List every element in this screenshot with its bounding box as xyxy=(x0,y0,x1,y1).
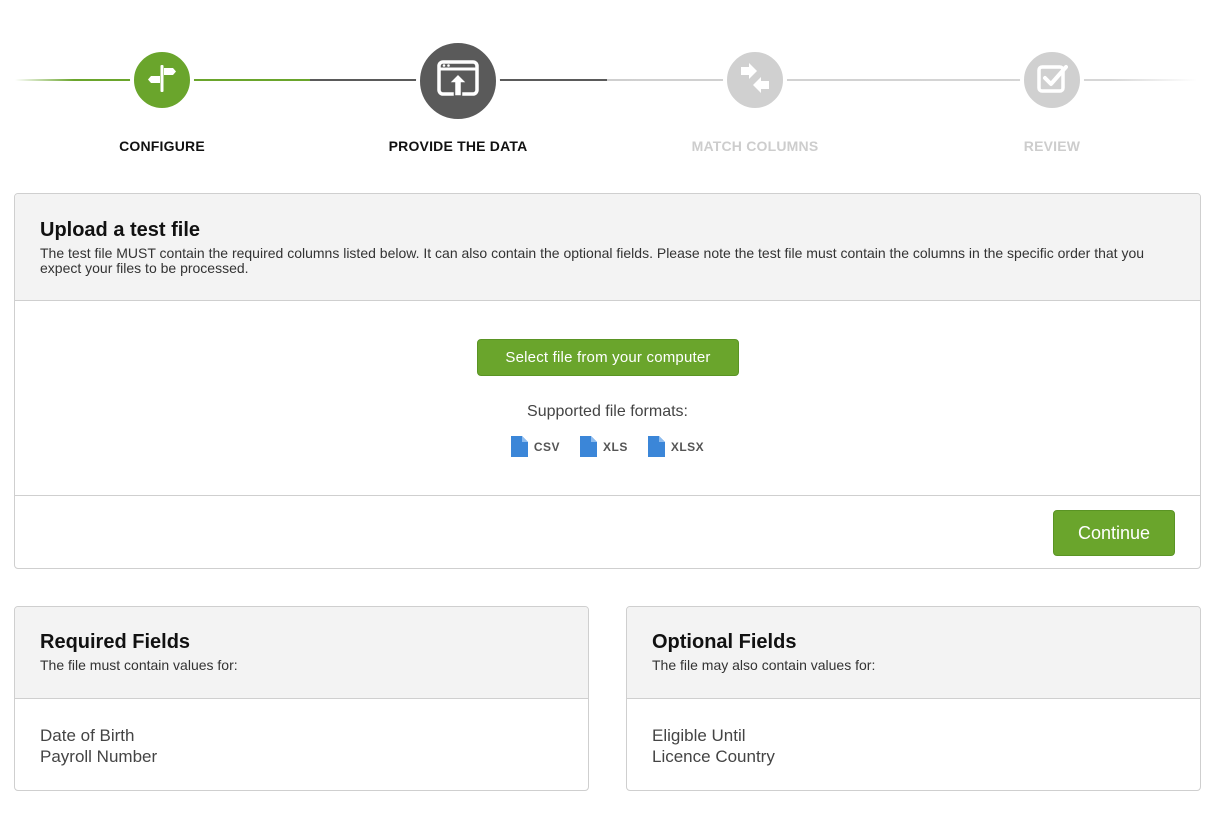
format-xlsx: XLSX xyxy=(647,436,705,457)
upload-panel-header: Upload a test file The test file MUST co… xyxy=(15,194,1200,301)
format-label: XLSX xyxy=(670,439,705,454)
file-icon xyxy=(647,436,665,457)
list-item: Payroll Number xyxy=(40,747,158,766)
step-circle xyxy=(416,39,500,123)
list-item: Eligible Until xyxy=(652,726,746,745)
optional-fields-title: Optional Fields xyxy=(652,631,797,653)
optional-fields-header: Optional Fields The file may also contai… xyxy=(627,607,1200,699)
required-fields-header: Required Fields The file must contain va… xyxy=(15,607,588,699)
upload-body: Select file from your computer Supported… xyxy=(15,301,1200,496)
upload-title: Upload a test file xyxy=(40,219,201,241)
step-label: PROVIDE THE DATA xyxy=(388,138,528,154)
list-item: Licence Country xyxy=(652,747,775,766)
required-fields-panel: Required Fields The file must contain va… xyxy=(14,606,589,791)
upload-panel: Upload a test file The test file MUST co… xyxy=(14,193,1201,569)
step-label: REVIEW xyxy=(1023,138,1081,154)
step-label: CONFIGURE xyxy=(119,138,205,154)
step-circle xyxy=(1020,48,1084,112)
optional-fields-subtitle: The file may also contain values for: xyxy=(652,657,876,673)
required-fields-subtitle: The file must contain values for: xyxy=(40,657,238,673)
supported-formats-label: Supported file formats: xyxy=(527,403,688,420)
step-circle xyxy=(723,48,787,112)
step-circle xyxy=(130,48,194,112)
select-file-button[interactable]: Select file from your computer xyxy=(477,339,739,376)
required-fields-title: Required Fields xyxy=(40,631,191,653)
format-label: XLS xyxy=(603,439,628,454)
progress-stepper: CONFIGURE PROVIDE THE DATA MATCH COLUMNS… xyxy=(0,0,1232,180)
stepper-track-3 xyxy=(607,79,1197,81)
upload-window-icon xyxy=(435,56,481,107)
required-fields-list: Date of Birth Payroll Number xyxy=(15,699,588,767)
list-item: Date of Birth xyxy=(40,726,135,745)
file-icon xyxy=(580,436,597,457)
upload-description: The test file MUST contain the required … xyxy=(40,245,1145,276)
upload-footer: Continue xyxy=(15,496,1200,568)
continue-button[interactable]: Continue xyxy=(1053,510,1175,556)
file-icon xyxy=(510,436,528,457)
optional-fields-list: Eligible Until Licence Country xyxy=(627,699,1200,767)
format-csv: CSV xyxy=(510,436,560,457)
match-arrows-icon xyxy=(738,62,772,98)
format-label: CSV xyxy=(533,439,560,454)
supported-formats-list: CSV XLS XLSX xyxy=(15,436,1200,457)
step-label: MATCH COLUMNS xyxy=(691,138,819,154)
signpost-icon xyxy=(146,62,178,99)
optional-fields-panel: Optional Fields The file may also contai… xyxy=(626,606,1201,791)
checkbox-icon xyxy=(1036,62,1068,99)
format-xls: XLS xyxy=(580,436,628,457)
